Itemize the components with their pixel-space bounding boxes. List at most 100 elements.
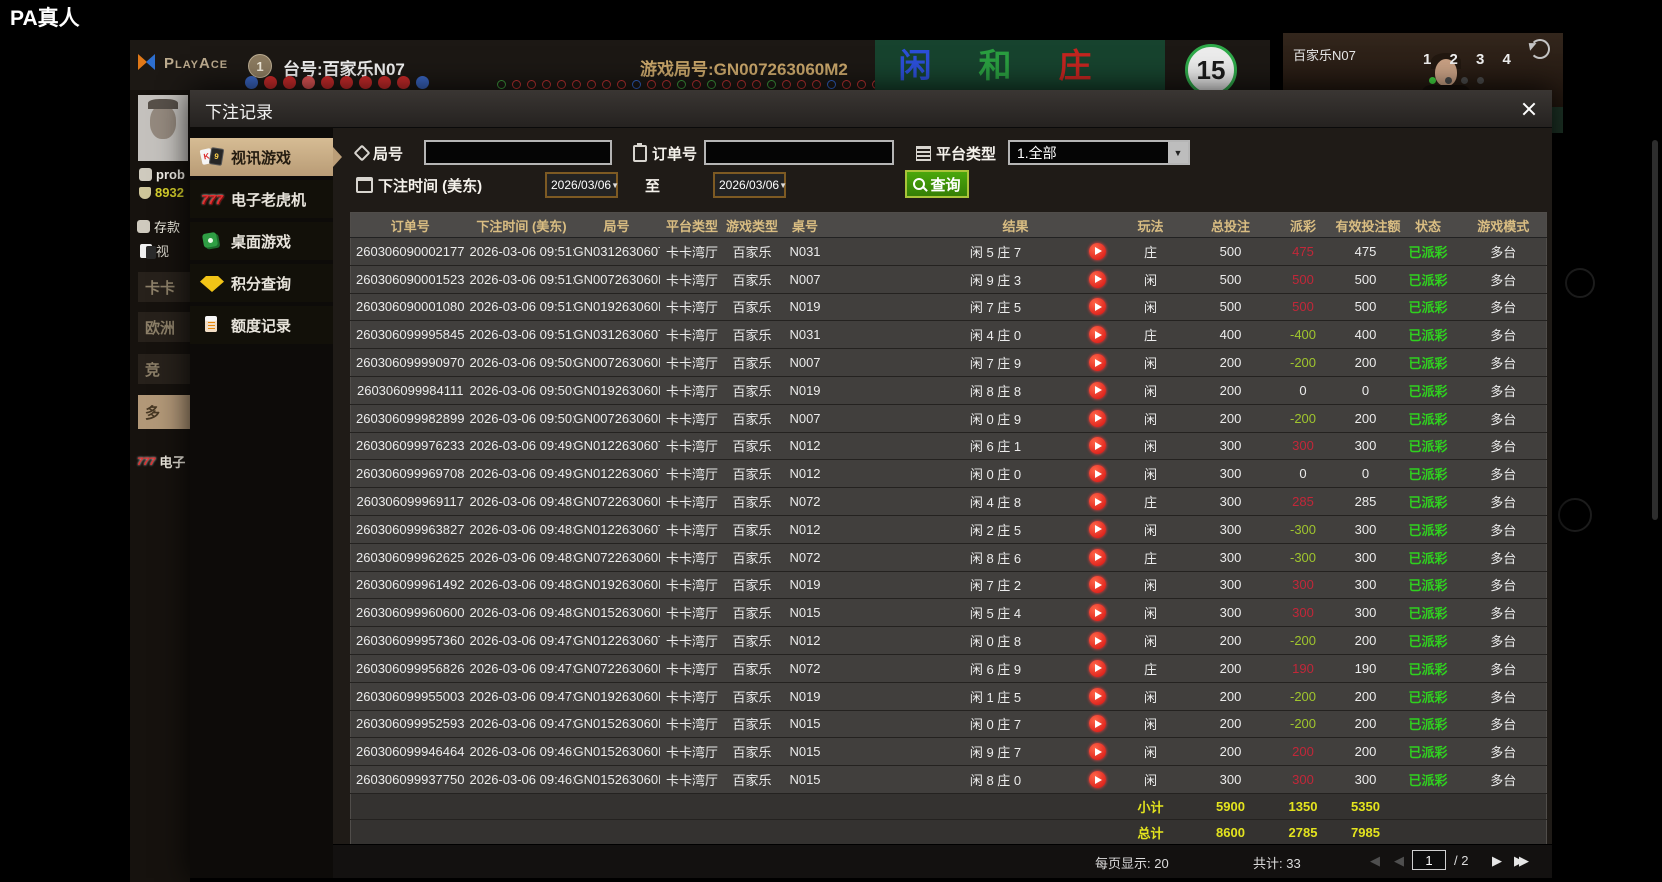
cell-status: 已派彩: [1396, 265, 1461, 293]
play-video-button[interactable]: [1089, 243, 1106, 260]
road-ring: [827, 80, 836, 89]
deposit-icon: [137, 220, 150, 233]
camera-dots[interactable]: [1429, 77, 1484, 84]
bet-zone-player[interactable]: 闲: [875, 40, 955, 90]
cell-total-bet: 300: [1191, 543, 1271, 571]
round-number-badge: 1: [248, 54, 272, 78]
menu-stub-0[interactable]: 卡卡: [138, 272, 192, 302]
cell-valid-bet: 475: [1336, 238, 1396, 266]
cell-result: 闲 8 庄 8: [831, 376, 1111, 404]
cell-round: GN007263060M0: [574, 349, 660, 377]
cell-status: 已派彩: [1396, 682, 1461, 710]
play-video-button[interactable]: [1089, 660, 1106, 677]
cell-play-type: 庄: [1111, 654, 1191, 682]
play-video-button[interactable]: [1089, 632, 1106, 649]
search-button[interactable]: 查询: [905, 170, 969, 198]
road-ring: [782, 80, 791, 89]
table-games-icon: [200, 231, 224, 251]
cell-play-type: 闲: [1111, 571, 1191, 599]
page-total-label: / 2: [1454, 853, 1468, 868]
round-filter-input[interactable]: [424, 140, 612, 165]
play-video-button[interactable]: [1089, 715, 1106, 732]
last-page-button[interactable]: ▶▶: [1514, 853, 1524, 869]
play-video-button[interactable]: [1089, 521, 1106, 538]
date-to-picker[interactable]: 2026/03/06▼: [713, 172, 786, 198]
chevron-down-icon: ▼: [1168, 142, 1188, 163]
play-video-button[interactable]: [1089, 493, 1106, 510]
next-page-button[interactable]: ▶: [1492, 853, 1502, 869]
cell-mode: 多台: [1461, 404, 1547, 432]
sidebar-item-label: 电子老虎机: [231, 189, 306, 210]
slot-menu-stub[interactable]: 777电子: [137, 452, 185, 471]
column-header: 订单号: [351, 213, 470, 238]
cell-platform: 卡卡湾厅: [660, 515, 725, 543]
cell-result: 闲 1 庄 5: [831, 682, 1111, 710]
username: prob: [139, 167, 185, 182]
play-video-button[interactable]: [1089, 271, 1106, 288]
cell-payout: -400: [1271, 321, 1336, 349]
first-page-button[interactable]: ◀: [1370, 853, 1380, 869]
sidebar-item-videogames[interactable]: 视讯游戏: [190, 138, 333, 176]
play-video-button[interactable]: [1089, 604, 1106, 621]
cell-status: 已派彩: [1396, 321, 1461, 349]
result-text: 闲 2 庄 5: [911, 520, 1081, 539]
play-video-button[interactable]: [1089, 354, 1106, 371]
cell-table: N015: [780, 710, 831, 738]
result-text: 闲 9 庄 3: [911, 270, 1081, 289]
road-ring: [857, 80, 866, 89]
cell-mode: 多台: [1461, 488, 1547, 516]
cell-platform: 卡卡湾厅: [660, 238, 725, 266]
sidebar-item-quota[interactable]: 额度记录: [190, 306, 333, 344]
cell-payout: -300: [1271, 543, 1336, 571]
play-video-button[interactable]: [1089, 576, 1106, 593]
cell-total-bet: 500: [1191, 265, 1271, 293]
sidebar-item-slots[interactable]: 777电子老虎机: [190, 180, 333, 218]
play-video-button[interactable]: [1089, 771, 1106, 788]
date-from-picker[interactable]: 2026/03/06▼: [545, 172, 618, 198]
result-text: 闲 8 庄 6: [911, 548, 1081, 567]
cell-payout: 0: [1271, 376, 1336, 404]
cell-play-type: 闲: [1111, 738, 1191, 766]
scrollbar[interactable]: [1652, 140, 1658, 520]
play-video-button[interactable]: [1089, 298, 1106, 315]
bet-zones[interactable]: 闲 和 庄: [875, 40, 1165, 90]
cell-result: 闲 7 庄 9: [831, 349, 1111, 377]
camera-numbers[interactable]: 1 2 3 4: [1423, 51, 1518, 68]
play-video-button[interactable]: [1089, 382, 1106, 399]
bet-zone-banker[interactable]: 庄: [1035, 40, 1115, 90]
sum-valid-bet: 7985: [1336, 819, 1396, 845]
prev-page-button[interactable]: ◀: [1394, 853, 1404, 869]
order-filter-input[interactable]: [704, 140, 894, 165]
cell-total-bet: 300: [1191, 515, 1271, 543]
play-video-button[interactable]: [1089, 437, 1106, 454]
menu-stub-1[interactable]: 欧洲: [138, 312, 192, 342]
cell-table: N007: [780, 404, 831, 432]
column-header: 局号: [574, 213, 660, 238]
menu-stub-2[interactable]: 竞: [138, 354, 192, 384]
play-video-button[interactable]: [1089, 326, 1106, 343]
sum-spacer: [1396, 793, 1547, 819]
cell-game-type: 百家乐: [725, 488, 780, 516]
sidebar-item-points[interactable]: 积分查询: [190, 264, 333, 302]
play-video-button[interactable]: [1089, 688, 1106, 705]
refresh-icon[interactable]: [1530, 39, 1550, 59]
road-ring: [542, 80, 551, 89]
cell-total-bet: 300: [1191, 432, 1271, 460]
cell-mode: 多台: [1461, 766, 1547, 794]
video-menu-stub[interactable]: 视: [140, 241, 169, 260]
sidebar-item-tablegames[interactable]: 桌面游戏: [190, 222, 333, 260]
pagination-bar: 每页显示: 20 共计: 33 ◀ ◀ / 2 ▶ ▶▶: [333, 844, 1552, 878]
menu-stub-3[interactable]: 多: [138, 395, 192, 429]
cell-mode: 多台: [1461, 543, 1547, 571]
play-video-button[interactable]: [1089, 410, 1106, 427]
page-number-input[interactable]: [1412, 850, 1446, 870]
cell-time: 2026-03-06 09:47:50: [470, 654, 574, 682]
play-video-button[interactable]: [1089, 549, 1106, 566]
bet-zone-tie[interactable]: 和: [955, 40, 1035, 90]
deposit-link[interactable]: 存款: [137, 217, 180, 236]
platform-select[interactable]: 1.全部 ▼: [1008, 140, 1190, 165]
play-video-button[interactable]: [1089, 465, 1106, 482]
close-icon[interactable]: [1520, 100, 1538, 118]
play-video-button[interactable]: [1089, 743, 1106, 760]
cell-time: 2026-03-06 09:48:57: [470, 488, 574, 516]
